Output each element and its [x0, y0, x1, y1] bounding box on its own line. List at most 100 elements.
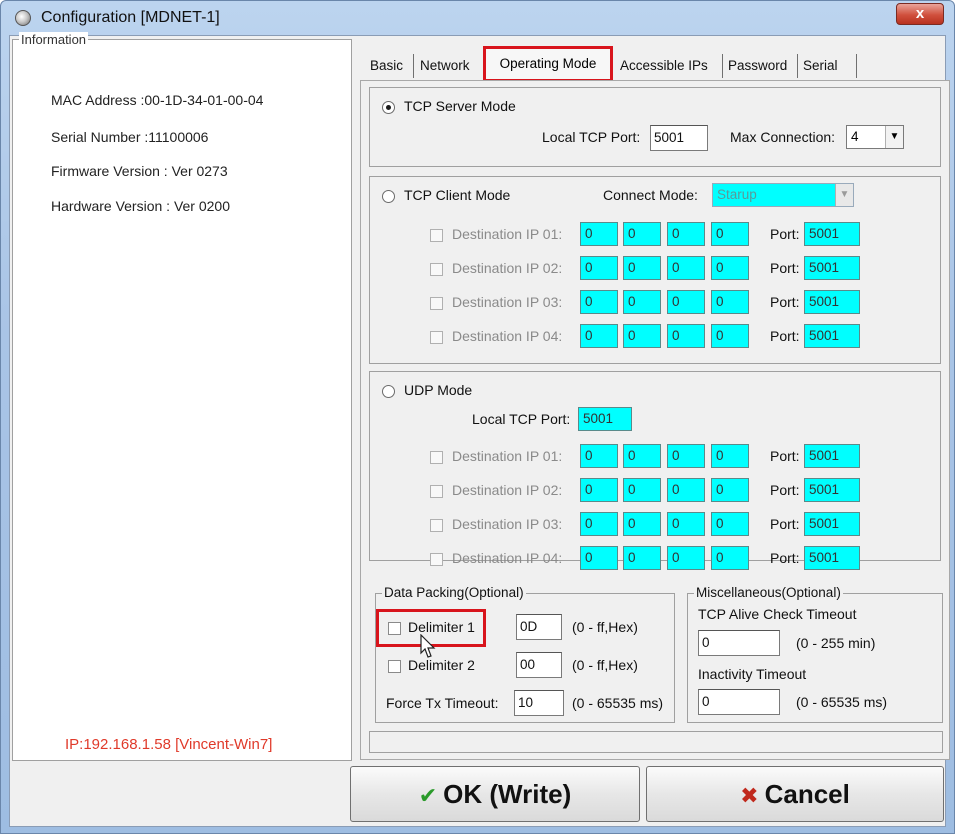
- ip-octet-3[interactable]: 0: [667, 546, 705, 570]
- ip-octet-1[interactable]: 0: [580, 290, 618, 314]
- cancel-button[interactable]: ✖ Cancel: [646, 766, 944, 822]
- chevron-down-icon[interactable]: ▼: [835, 184, 853, 206]
- ip-octet-2[interactable]: 0: [623, 222, 661, 246]
- destination-checkbox[interactable]: [430, 553, 443, 566]
- ok-write-button[interactable]: ✔ OK (Write): [350, 766, 640, 822]
- ip-octet-2[interactable]: 0: [623, 512, 661, 536]
- ip-octet-2[interactable]: 0: [623, 444, 661, 468]
- cross-icon: ✖: [740, 783, 759, 808]
- ip-octet-1[interactable]: 0: [580, 512, 618, 536]
- ip-octet-3[interactable]: 0: [667, 256, 705, 280]
- status-strip: [369, 731, 943, 753]
- tab-accessible-ips[interactable]: Accessible IPs: [620, 54, 708, 78]
- force-tx-input[interactable]: 10: [514, 690, 564, 716]
- destination-checkbox[interactable]: [430, 297, 443, 310]
- ip-octet-3[interactable]: 0: [667, 324, 705, 348]
- ip-octet-3[interactable]: 0: [667, 290, 705, 314]
- tab-separator: [856, 54, 857, 78]
- ip-octet-3[interactable]: 0: [667, 478, 705, 502]
- destination-label: Destination IP 01:: [452, 226, 563, 242]
- connect-mode-select[interactable]: Starup ▼: [712, 183, 854, 207]
- chevron-down-icon[interactable]: ▼: [885, 126, 903, 148]
- ip-octet-4[interactable]: 0: [711, 290, 749, 314]
- operating-mode-panel: TCP Server Mode Local TCP Port: 5001 Max…: [360, 80, 950, 760]
- ip-octet-1[interactable]: 0: [580, 478, 618, 502]
- ip-octet-4[interactable]: 0: [711, 512, 749, 536]
- delimiter-2-input[interactable]: 00: [516, 652, 562, 678]
- port-input[interactable]: 5001: [804, 478, 860, 502]
- inactivity-input[interactable]: 0: [698, 689, 780, 715]
- tab-separator: [722, 54, 723, 78]
- tab-basic[interactable]: Basic: [370, 54, 403, 78]
- destination-checkbox[interactable]: [430, 519, 443, 532]
- udp-radio[interactable]: [382, 385, 395, 398]
- udp-local-port-label: Local TCP Port:: [472, 411, 571, 427]
- local-tcp-port-input[interactable]: 5001: [650, 125, 708, 151]
- port-input[interactable]: 5001: [804, 290, 860, 314]
- delimiter-2-checkbox[interactable]: [388, 660, 401, 673]
- alive-input[interactable]: 0: [698, 630, 780, 656]
- information-legend: Information: [19, 32, 89, 47]
- ip-octet-2[interactable]: 0: [623, 324, 661, 348]
- ip-address: IP:192.168.1.58 [Vincent-Win7]: [65, 736, 273, 753]
- port-input[interactable]: 5001: [804, 222, 860, 246]
- port-label: Port:: [770, 482, 800, 498]
- ip-octet-1[interactable]: 0: [580, 324, 618, 348]
- port-input[interactable]: 5001: [804, 324, 860, 348]
- ip-octet-1[interactable]: 0: [580, 546, 618, 570]
- ip-octet-3[interactable]: 0: [667, 512, 705, 536]
- port-input[interactable]: 5001: [804, 546, 860, 570]
- serial-number: Serial Number :11100006: [51, 129, 209, 145]
- data-packing-group: Data Packing(Optional) Delimiter 1 0D (0…: [375, 585, 675, 723]
- max-connection-select[interactable]: 4 ▼: [846, 125, 904, 149]
- close-button[interactable]: x: [896, 3, 944, 25]
- destination-checkbox[interactable]: [430, 229, 443, 242]
- app-icon: [15, 10, 31, 26]
- port-label: Port:: [770, 260, 800, 276]
- udp-label: UDP Mode: [404, 382, 473, 398]
- destination-checkbox[interactable]: [430, 485, 443, 498]
- tab-password[interactable]: Password: [728, 54, 787, 78]
- ip-octet-4[interactable]: 0: [711, 256, 749, 280]
- delimiter-1-checkbox[interactable]: [388, 622, 401, 635]
- inactivity-label: Inactivity Timeout: [698, 666, 807, 682]
- ip-octet-4[interactable]: 0: [711, 444, 749, 468]
- ip-octet-2[interactable]: 0: [623, 546, 661, 570]
- destination-checkbox[interactable]: [430, 451, 443, 464]
- ip-octet-2[interactable]: 0: [623, 256, 661, 280]
- delimiter-2-hint: (0 - ff,Hex): [572, 657, 638, 673]
- destination-label: Destination IP 03:: [452, 516, 563, 532]
- destination-checkbox[interactable]: [430, 263, 443, 276]
- destination-checkbox[interactable]: [430, 331, 443, 344]
- tcp-server-group: TCP Server Mode Local TCP Port: 5001 Max…: [369, 87, 941, 167]
- tcp-server-radio[interactable]: [382, 101, 395, 114]
- ip-octet-4[interactable]: 0: [711, 546, 749, 570]
- ip-octet-1[interactable]: 0: [580, 256, 618, 280]
- max-connection-label: Max Connection:: [730, 129, 836, 145]
- ip-octet-4[interactable]: 0: [711, 222, 749, 246]
- port-input[interactable]: 5001: [804, 444, 860, 468]
- port-input[interactable]: 5001: [804, 256, 860, 280]
- tcp-server-label: TCP Server Mode: [404, 98, 516, 114]
- ip-octet-2[interactable]: 0: [623, 290, 661, 314]
- connect-mode-value: Starup: [717, 187, 757, 202]
- ip-octet-3[interactable]: 0: [667, 222, 705, 246]
- destination-label: Destination IP 02:: [452, 482, 563, 498]
- delimiter-1-input[interactable]: 0D: [516, 614, 562, 640]
- max-connection-value: 4: [851, 129, 859, 144]
- tab-operating-mode[interactable]: Operating Mode: [483, 46, 613, 82]
- port-input[interactable]: 5001: [804, 512, 860, 536]
- ip-octet-4[interactable]: 0: [711, 478, 749, 502]
- tab-network[interactable]: Network: [420, 54, 470, 78]
- tab-serial[interactable]: Serial: [803, 54, 838, 78]
- destination-label: Destination IP 04:: [452, 550, 563, 566]
- udp-local-port-input[interactable]: 5001: [578, 407, 632, 431]
- ip-octet-1[interactable]: 0: [580, 222, 618, 246]
- tcp-client-radio[interactable]: [382, 190, 395, 203]
- ip-octet-3[interactable]: 0: [667, 444, 705, 468]
- ip-octet-2[interactable]: 0: [623, 478, 661, 502]
- title-bar: Configuration [MDNET-1] x: [1, 1, 954, 35]
- ip-octet-1[interactable]: 0: [580, 444, 618, 468]
- connect-mode-label: Connect Mode:: [603, 187, 698, 203]
- ip-octet-4[interactable]: 0: [711, 324, 749, 348]
